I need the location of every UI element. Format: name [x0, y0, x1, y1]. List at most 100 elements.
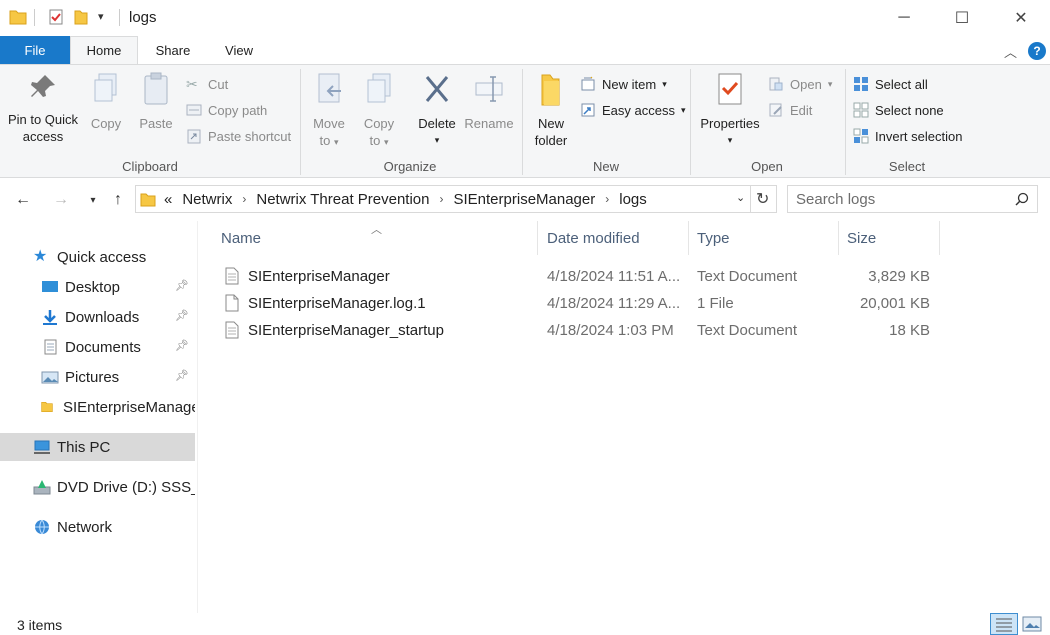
properties-icon: [718, 73, 742, 105]
table-row[interactable]: SIEnterpriseManager.log.1 4/18/2024 11:2…: [221, 290, 941, 317]
breadcrumb-chevron-icon: ›: [605, 192, 610, 206]
breadcrumb-netwrix[interactable]: Netwrix: [182, 191, 232, 208]
new-item-label: New item: [602, 76, 657, 92]
breadcrumb-chevron-icon: ›: [242, 192, 247, 206]
table-row[interactable]: SIEnterpriseManager 4/18/2024 11:51 A...…: [221, 263, 941, 290]
select-none-button[interactable]: Select none: [853, 99, 944, 121]
file-name: SIEnterpriseManager_startup: [248, 322, 444, 339]
text-file-icon: [225, 321, 239, 339]
large-icons-view-icon[interactable]: [1022, 615, 1042, 633]
help-icon[interactable]: ?: [1028, 42, 1046, 60]
tab-file[interactable]: File: [0, 36, 70, 64]
nav-dvd-drive[interactable]: DVD Drive (D:) SSS_X: [0, 473, 195, 501]
pin-icon[interactable]: 📌︎: [175, 339, 189, 352]
breadcrumb-logs[interactable]: logs: [619, 191, 647, 208]
desktop-icon: [42, 281, 58, 292]
copy-to-button[interactable]: Copy to ▾: [358, 71, 400, 151]
divider: [34, 9, 35, 26]
address-dropdown-icon[interactable]: ⌄: [736, 191, 745, 204]
easy-access-button[interactable]: Easy access ▾: [580, 99, 686, 121]
nav-downloads[interactable]: Downloads 📌︎: [0, 303, 195, 331]
file-type: Text Document: [697, 268, 798, 285]
search-icon[interactable]: [1015, 192, 1029, 206]
nav-label: SIEnterpriseManager: [63, 398, 195, 416]
open-button[interactable]: Open ▾: [768, 73, 832, 95]
details-view-icon[interactable]: [990, 613, 1018, 635]
nav-sienterprisemanager[interactable]: SIEnterpriseManager: [0, 393, 195, 421]
forward-arrow-icon[interactable]: →: [50, 189, 72, 211]
table-row[interactable]: SIEnterpriseManager_startup 4/18/2024 1:…: [221, 317, 941, 344]
refresh-icon[interactable]: ↻: [756, 189, 769, 209]
maximize-button[interactable]: ☐: [933, 0, 991, 36]
pin-icon[interactable]: 📌︎: [175, 369, 189, 382]
close-button[interactable]: ✕: [992, 0, 1050, 36]
nav-label: Network: [57, 518, 113, 536]
group-divider: [845, 69, 846, 175]
new-item-icon: [581, 76, 595, 91]
new-folder-quick-icon[interactable]: [72, 8, 90, 26]
up-arrow-icon[interactable]: ↑: [107, 189, 129, 211]
move-to-label-line1: Move: [313, 116, 345, 131]
properties-quick-icon[interactable]: [47, 8, 65, 26]
cut-button[interactable]: ✂ Cut: [186, 73, 228, 95]
move-to-button[interactable]: Move to ▾: [308, 71, 350, 151]
file-explorer-window: ▾ logs ─ ☐ ✕ File Home Share View ︿ ? Pi…: [0, 0, 1050, 635]
pin-icon[interactable]: 📌︎: [175, 279, 189, 292]
breadcrumb-threat-prevention[interactable]: Netwrix Threat Prevention: [256, 191, 429, 208]
pin-icon[interactable]: 📌︎: [175, 309, 189, 322]
new-folder-label-line1: New: [537, 116, 564, 131]
delete-label: Delete: [418, 116, 456, 131]
column-header-type[interactable]: Type: [689, 221, 839, 255]
delete-button[interactable]: Delete ▾: [414, 71, 460, 149]
group-label-new: New: [592, 159, 619, 174]
column-header-size[interactable]: Size: [839, 221, 940, 255]
open-icon: [769, 77, 783, 91]
copy-path-button[interactable]: Copy path: [186, 99, 267, 121]
column-header-name[interactable]: Name: [213, 221, 538, 255]
divider: [750, 186, 751, 212]
download-arrow-icon: [43, 310, 57, 325]
search-input[interactable]: [788, 186, 998, 212]
nav-this-pc[interactable]: This PC: [0, 433, 195, 461]
select-none-label: Select none: [875, 102, 944, 118]
nav-quick-access[interactable]: ★ Quick access: [0, 243, 195, 271]
copy-path-icon: [186, 104, 202, 116]
pin-to-quick-access-button[interactable]: Pin to Quick access: [6, 71, 80, 145]
column-header-date-modified[interactable]: Date modified: [539, 221, 689, 255]
rename-button[interactable]: Rename: [464, 71, 514, 132]
nav-documents[interactable]: Documents 📌︎: [0, 333, 195, 361]
nav-label: This PC: [57, 438, 111, 456]
nav-pictures[interactable]: Pictures 📌︎: [0, 363, 195, 391]
breadcrumb-sienterprisemanager[interactable]: SIEnterpriseManager: [454, 191, 596, 208]
edit-button[interactable]: Edit: [768, 99, 812, 121]
nav-network[interactable]: Network: [0, 513, 195, 541]
search-box[interactable]: [787, 185, 1038, 213]
delete-x-icon: [425, 76, 449, 102]
new-folder-button[interactable]: New folder: [530, 71, 572, 149]
divider: [119, 9, 120, 26]
group-label-select: Select: [888, 159, 926, 174]
recent-locations-icon[interactable]: ▾: [82, 189, 104, 211]
nav-desktop[interactable]: Desktop 📌︎: [0, 273, 195, 301]
easy-access-icon: [581, 103, 595, 117]
tab-share[interactable]: Share: [138, 36, 208, 64]
select-none-icon: [853, 102, 869, 118]
minimize-button[interactable]: ─: [875, 0, 933, 36]
collapse-ribbon-icon[interactable]: ︿: [1004, 42, 1017, 61]
customize-quick-access-icon[interactable]: ▾: [98, 10, 104, 23]
select-all-button[interactable]: Select all: [853, 73, 928, 95]
back-arrow-icon[interactable]: ←: [12, 189, 34, 211]
address-overflow[interactable]: «: [164, 191, 172, 208]
properties-button[interactable]: Properties ▾: [696, 71, 764, 149]
star-icon: ★: [33, 248, 48, 265]
invert-selection-button[interactable]: Invert selection: [853, 125, 962, 147]
tab-view[interactable]: View: [208, 36, 270, 64]
new-item-button[interactable]: New item ▾: [580, 73, 667, 95]
file-name: SIEnterpriseManager: [248, 268, 390, 285]
tab-home[interactable]: Home: [70, 36, 138, 64]
address-bar[interactable]: « Netwrix › Netwrix Threat Prevention › …: [135, 185, 777, 213]
paste-shortcut-button[interactable]: Paste shortcut: [186, 125, 291, 147]
copy-button[interactable]: Copy: [86, 71, 126, 132]
paste-label: Paste: [139, 116, 173, 131]
paste-button[interactable]: Paste: [134, 71, 178, 132]
